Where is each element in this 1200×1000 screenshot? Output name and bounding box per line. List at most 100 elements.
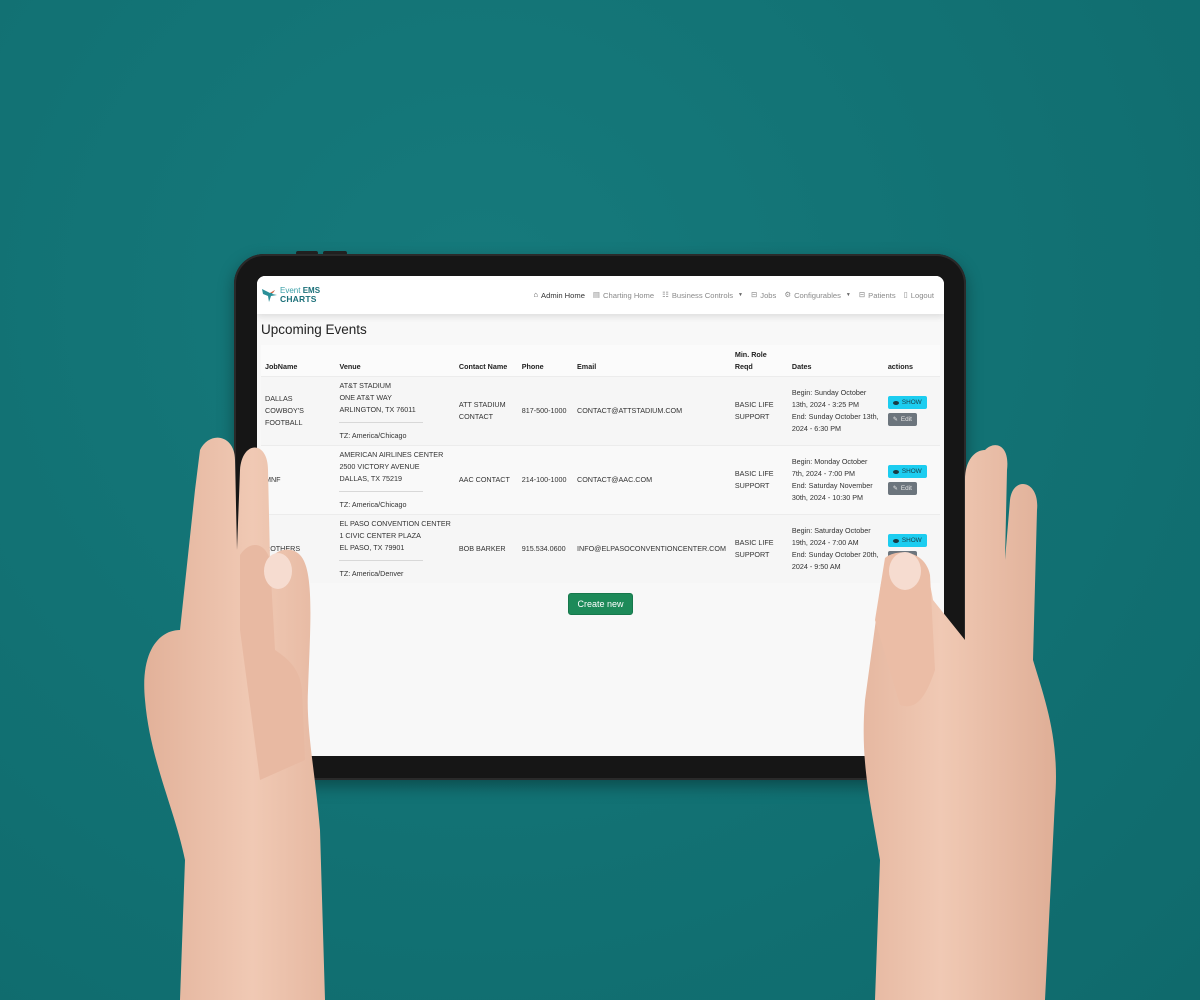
- cell-venue: EL PASO CONVENTION CENTER 1 CIVIC CENTER …: [335, 514, 455, 583]
- table-row: ROTHERS EL PASO CONVENTION CENTER 1 CIVIC…: [261, 514, 940, 583]
- nav-item-logout[interactable]: ▯ Logout: [900, 291, 938, 300]
- cell-jobname: MNF: [261, 445, 336, 515]
- venue-line: AMERICAN AIRLINES CENTER: [339, 450, 444, 459]
- table-header-row: JobName Venue Contact Name Phone Email M…: [261, 345, 940, 377]
- date-begin: Begin: Monday October 7th, 2024 - 7:00 P…: [791, 457, 868, 478]
- cell-phone: 817-500-1000: [517, 376, 574, 446]
- navbar: Event EMS CHARTS ⌂ Admin Home ▤ Charting Ho…: [257, 276, 944, 314]
- hummingbird-icon: [262, 289, 277, 302]
- nav-item-patients[interactable]: ⊟ Patients: [855, 291, 900, 300]
- nav-item-admin-home[interactable]: ⌂ Admin Home: [530, 291, 589, 300]
- caret-down-icon: ▼: [738, 292, 743, 298]
- eye-icon: [892, 469, 899, 474]
- app-logo[interactable]: Event EMS CHARTS: [261, 285, 320, 305]
- date-begin: Begin: Sunday October 13th, 2024 - 3:25 …: [791, 388, 867, 409]
- edit-icon: ✎: [892, 486, 898, 492]
- date-end: End: Saturday November 30th, 2024 - 10:3…: [791, 481, 873, 502]
- date-end: End: Sunday October 20th, 2024 - 9:50 AM: [791, 550, 879, 571]
- cell-phone: 214-100-1000: [517, 445, 574, 515]
- row-actions: SHOW ✎ Edit: [887, 465, 936, 495]
- cell-venue: AMERICAN AIRLINES CENTER 2500 VICTORY AVE…: [335, 445, 455, 515]
- cell-email: INFO@ELPASOCONVENTIONCENTER.COM: [573, 514, 731, 583]
- eye-icon: [892, 538, 899, 543]
- row-actions: SHOW ✎ Edit: [887, 396, 936, 426]
- nav-item-charting-home[interactable]: ▤ Charting Home: [589, 291, 658, 300]
- show-label: SHOW: [901, 399, 922, 406]
- nav-item-jobs[interactable]: ⊟ Jobs: [747, 291, 780, 300]
- cell-min-role: BASIC LIFE SUPPORT: [730, 514, 788, 583]
- edit-label: Edit: [900, 554, 912, 561]
- col-header-dates[interactable]: Dates: [787, 345, 884, 377]
- table-row: MNF AMERICAN AIRLINES CENTER 2500 VICTORY…: [261, 445, 940, 515]
- venue-divider: [339, 422, 424, 423]
- create-new-button[interactable]: Create new: [568, 593, 633, 615]
- venue-divider: [339, 491, 424, 492]
- caret-down-icon: ▼: [845, 292, 851, 298]
- home-icon: ⌂: [533, 290, 539, 300]
- cell-min-role: BASIC LIFE SUPPORT: [730, 445, 788, 515]
- show-button[interactable]: SHOW: [887, 465, 927, 478]
- col-header-email[interactable]: Email: [573, 345, 731, 377]
- cell-email: CONTACT@AAC.COM: [573, 445, 731, 515]
- cell-contact-name: BOB BARKER: [454, 514, 518, 583]
- cell-jobname: DALLAS COWBOY'S FOOTBALL: [261, 376, 336, 446]
- nav-item-label: Admin Home: [541, 290, 585, 300]
- venue-line: DALLAS, TX 75219: [339, 474, 403, 483]
- col-header-min-role[interactable]: Min. Role Reqd: [730, 345, 788, 377]
- edit-label: Edit: [900, 485, 912, 492]
- venue-line: 1 CIVIC CENTER PLAZA: [339, 531, 421, 540]
- tablet-screen: Event EMS CHARTS ⌂ Admin Home ▤ Charting Ho…: [257, 276, 944, 756]
- venue-line: ONE AT&T WAY: [339, 393, 392, 402]
- nav-item-business-controls[interactable]: ☷ Business Controls ▼: [658, 291, 747, 300]
- show-label: SHOW: [901, 468, 922, 475]
- nav-item-configurables[interactable]: ⚙ Configurables ▼: [780, 291, 855, 300]
- row-actions: SHOW ✎ Edit: [887, 534, 936, 564]
- venue-timezone: TZ: America/Chicago: [339, 500, 407, 509]
- nav-item-label: Charting Home: [603, 290, 655, 300]
- logo-text: Event EMS CHARTS: [280, 287, 320, 304]
- edit-icon: ✎: [892, 555, 898, 561]
- col-header-phone[interactable]: Phone: [517, 345, 574, 377]
- cell-min-role: BASIC LIFE SUPPORT: [730, 376, 788, 446]
- cell-dates: Begin: Sunday October 13th, 2024 - 3:25 …: [787, 376, 884, 446]
- show-button[interactable]: SHOW: [887, 534, 927, 547]
- venue-line: 2500 VICTORY AVENUE: [339, 462, 420, 471]
- cell-email: CONTACT@ATTSTADIUM.COM: [573, 376, 731, 446]
- venue-timezone: TZ: America/Chicago: [339, 431, 407, 440]
- briefcase-icon: ⊟: [858, 290, 866, 300]
- cell-actions: SHOW ✎ Edit: [883, 445, 940, 515]
- cell-actions: SHOW ✎ Edit: [883, 376, 940, 446]
- col-header-contact-name[interactable]: Contact Name: [454, 345, 518, 377]
- col-header-actions: actions: [883, 345, 940, 377]
- create-wrap: Create new: [261, 593, 940, 615]
- eye-icon: [892, 400, 899, 405]
- edit-button[interactable]: ✎ Edit: [887, 482, 917, 495]
- nav-item-label: Jobs: [760, 290, 777, 300]
- venue-address: AT&T STADIUM ONE AT&T WAY ARLINGTON, TX 76…: [339, 380, 450, 416]
- venue-address: AMERICAN AIRLINES CENTER 2500 VICTORY AVE…: [339, 449, 450, 485]
- door-icon: ▯: [903, 290, 908, 300]
- nav-item-label: Patients: [868, 290, 896, 300]
- edit-button[interactable]: ✎ Edit: [887, 551, 917, 564]
- cell-jobname: ROTHERS: [261, 514, 336, 583]
- logo-line2: CHARTS: [280, 294, 317, 304]
- cell-contact-name: ATT STADIUM CONTACT: [454, 376, 518, 446]
- nav-item-label: Logout: [910, 290, 934, 300]
- edit-button[interactable]: ✎ Edit: [887, 413, 917, 426]
- show-label: SHOW: [901, 537, 922, 544]
- venue-line: EL PASO CONVENTION CENTER: [339, 519, 451, 528]
- main-content: Upcoming Events JobName Venue Contact Na…: [257, 314, 944, 615]
- col-header-jobname[interactable]: JobName: [261, 345, 336, 377]
- edit-label: Edit: [900, 416, 912, 423]
- venue-address: EL PASO CONVENTION CENTER 1 CIVIC CENTER …: [339, 518, 450, 554]
- events-table: JobName Venue Contact Name Phone Email M…: [261, 345, 940, 583]
- cell-phone: 915.534.0600: [517, 514, 574, 583]
- edit-icon: ✎: [892, 417, 898, 423]
- page-title: Upcoming Events: [261, 322, 367, 337]
- date-end: End: Sunday October 13th, 2024 - 6:30 PM: [791, 412, 879, 433]
- show-button[interactable]: SHOW: [887, 396, 927, 409]
- cell-dates: Begin: Saturday October 19th, 2024 - 7:0…: [787, 514, 884, 583]
- grid-icon: ☷: [662, 290, 669, 300]
- col-header-venue[interactable]: Venue: [335, 345, 455, 377]
- cell-venue: AT&T STADIUM ONE AT&T WAY ARLINGTON, TX 76…: [335, 376, 455, 446]
